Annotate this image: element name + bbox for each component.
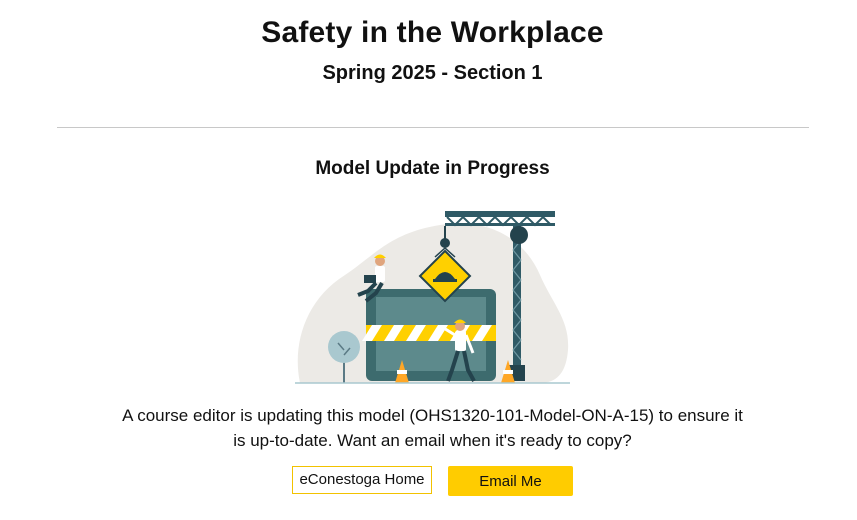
email-me-button[interactable]: Email Me xyxy=(448,466,573,496)
econestoga-home-link[interactable]: eConestoga Home xyxy=(292,466,432,494)
status-message: A course editor is updating this model (… xyxy=(122,406,743,450)
header-divider xyxy=(57,127,809,128)
under-construction-illustration xyxy=(295,211,570,384)
page-subtitle: Spring 2025 - Section 1 xyxy=(322,62,543,84)
status-heading: Model Update in Progress xyxy=(315,158,550,179)
page-title: Safety in the Workplace xyxy=(261,16,604,49)
action-row: eConestoga Home Email Me xyxy=(0,466,857,496)
